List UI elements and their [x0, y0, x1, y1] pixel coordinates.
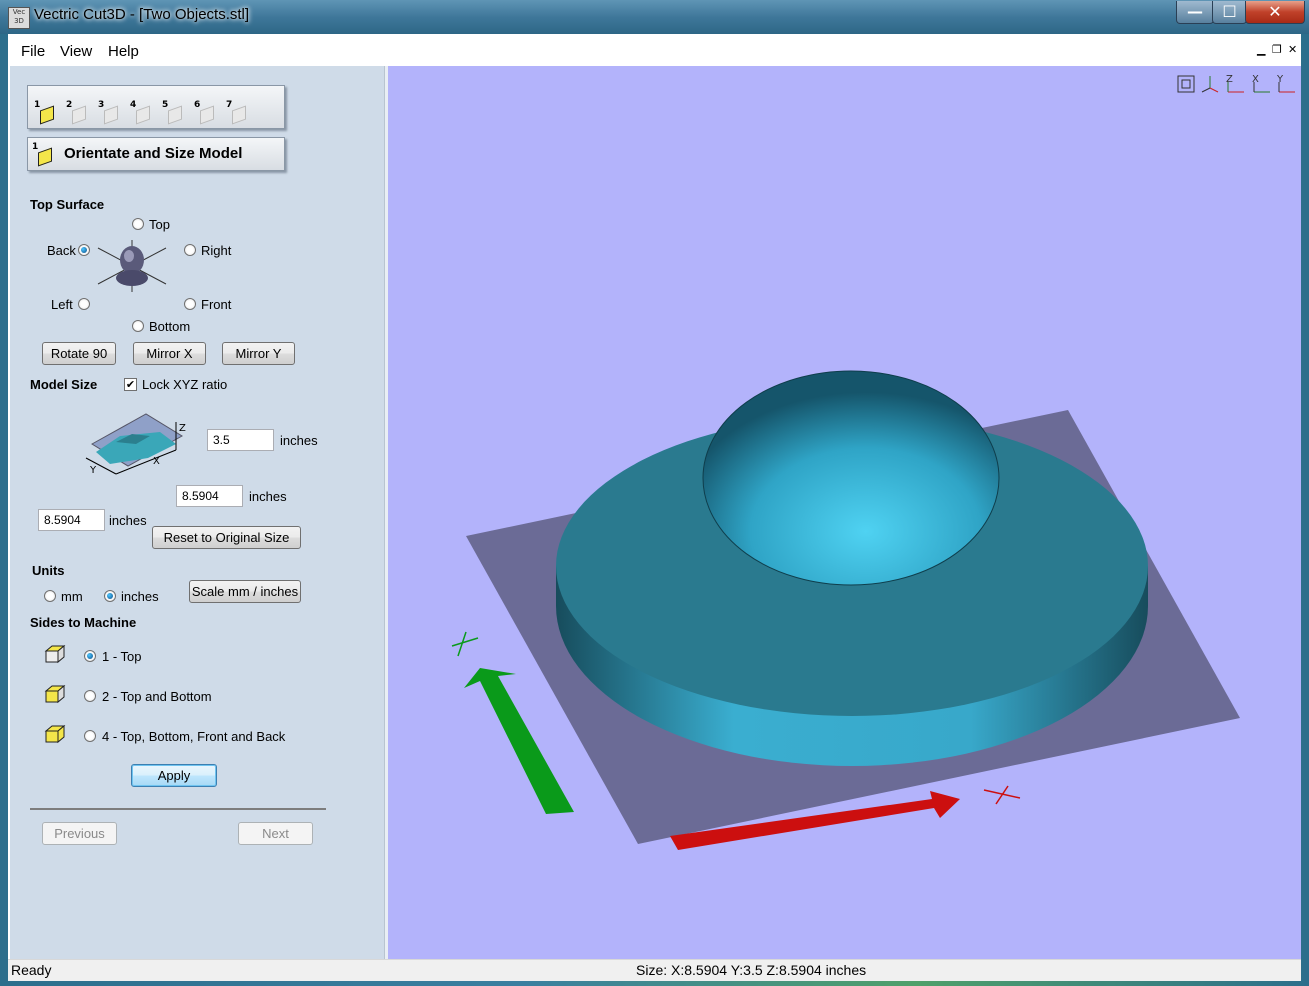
- sides-2-label: 2 - Top and Bottom: [102, 689, 212, 704]
- top-surface-bottom-radio[interactable]: [132, 320, 144, 332]
- left-panel: 1 2 3 4 5 6 7 1 Orientate and Size Model…: [10, 66, 384, 959]
- model-size-heading: Model Size: [30, 377, 98, 392]
- title-bar[interactable]: Vec 3D Vectric Cut3D - [Two Objects.stl]…: [0, 0, 1309, 34]
- lock-xyz-label: Lock XYZ ratio: [142, 377, 228, 392]
- top-surface-left-radio[interactable]: [78, 298, 90, 310]
- current-step-icon: 1: [32, 142, 56, 168]
- size-x-unit: inches: [249, 489, 287, 504]
- sides-1-label: 1 - Top: [102, 649, 142, 664]
- x-axis-marker: [983, 785, 1021, 805]
- dome: [702, 370, 1000, 586]
- steps-toolbar: 1 2 3 4 5 6 7: [27, 85, 285, 129]
- top-surface-right-radio[interactable]: [184, 244, 196, 256]
- client-area: File View Help ▁ ❐ ✕ 1 2 3 4 5 6 7 1 Ori…: [8, 34, 1301, 981]
- mdi-minimize-button[interactable]: ▁: [1257, 43, 1265, 56]
- top-surface-bottom-label: Bottom: [149, 319, 191, 334]
- step-6-icon[interactable]: 6: [194, 100, 218, 126]
- car-y-axis-label: Y: [90, 465, 97, 476]
- close-button[interactable]: ✕: [1245, 1, 1305, 24]
- car-x-axis-label: X: [153, 456, 160, 467]
- apply-button[interactable]: Apply: [131, 764, 217, 787]
- menu-bar: File View Help ▁ ❐ ✕: [8, 34, 1301, 66]
- status-model-size: Size: X:8.5904 Y:3.5 Z:8.5904 inches: [636, 962, 867, 978]
- sides-heading: Sides to Machine: [30, 615, 137, 630]
- step-3-icon[interactable]: 3: [98, 100, 122, 126]
- size-y-unit: inches: [109, 513, 147, 528]
- menu-help[interactable]: Help: [108, 43, 139, 60]
- units-mm-label: mm: [61, 589, 83, 604]
- top-surface-back-radio[interactable]: [78, 244, 90, 256]
- units-inches-radio[interactable]: [104, 590, 116, 602]
- top-surface-top-label: Top: [149, 217, 170, 232]
- units-mm-radio[interactable]: [44, 590, 56, 602]
- menu-view[interactable]: View: [60, 43, 92, 60]
- y-axis-marker: [451, 631, 479, 657]
- 3d-scene: [451, 370, 1240, 850]
- size-x-input[interactable]: 8.5904: [176, 485, 243, 507]
- sides-1-radio[interactable]: [84, 650, 96, 662]
- maximize-button[interactable]: ☐: [1212, 1, 1247, 24]
- top-surface-top-radio[interactable]: [132, 218, 144, 230]
- minimize-button[interactable]: —: [1176, 1, 1214, 24]
- model-size-car-image: Y X Z: [76, 408, 188, 480]
- mirror-y-button[interactable]: Mirror Y: [222, 342, 295, 365]
- step-5-icon[interactable]: 5: [162, 100, 186, 126]
- step-1-icon[interactable]: 1: [34, 100, 58, 126]
- four-sides-cube-icon: [44, 724, 66, 747]
- top-surface-heading: Top Surface: [30, 197, 105, 212]
- previous-button[interactable]: Previous: [42, 822, 117, 845]
- two-sides-cube-icon: [44, 684, 66, 707]
- 3d-viewport[interactable]: Z X Y: [388, 66, 1301, 959]
- one-side-cube-icon: [44, 644, 66, 667]
- current-step-header: 1 Orientate and Size Model: [27, 137, 285, 171]
- step-4-icon[interactable]: 4: [130, 100, 154, 126]
- size-z-unit: inches: [280, 433, 318, 448]
- top-surface-left-label: Left: [51, 297, 73, 312]
- status-bar: Ready Size: X:8.5904 Y:3.5 Z:8.5904 inch…: [8, 959, 1301, 981]
- current-step-title: Orientate and Size Model: [64, 145, 243, 162]
- app-icon: Vec 3D: [8, 7, 30, 29]
- top-surface-front-radio[interactable]: [184, 298, 196, 310]
- reset-original-size-button[interactable]: Reset to Original Size: [152, 526, 301, 549]
- window-title: Vectric Cut3D - [Two Objects.stl]: [34, 6, 250, 23]
- mdi-close-button[interactable]: ✕: [1288, 43, 1297, 56]
- size-y-input[interactable]: 8.5904: [38, 509, 105, 531]
- next-button[interactable]: Next: [238, 822, 313, 845]
- scale-mm-inches-button[interactable]: Scale mm / inches: [189, 580, 301, 603]
- step-7-icon[interactable]: 7: [226, 100, 250, 126]
- top-surface-front-label: Front: [201, 297, 232, 312]
- sides-4-label: 4 - Top, Bottom, Front and Back: [102, 729, 286, 744]
- orientation-bust-image: [94, 238, 170, 294]
- lock-xyz-checkbox[interactable]: ✔: [124, 378, 137, 391]
- panel-divider: [30, 808, 326, 810]
- size-z-input[interactable]: 3.5: [207, 429, 274, 451]
- units-inches-label: inches: [121, 589, 159, 604]
- car-z-axis-label: Z: [179, 423, 186, 434]
- step-2-icon[interactable]: 2: [66, 100, 90, 126]
- sides-2-radio[interactable]: [84, 690, 96, 702]
- mirror-x-button[interactable]: Mirror X: [133, 342, 206, 365]
- sides-4-radio[interactable]: [84, 730, 96, 742]
- rotate-90-button[interactable]: Rotate 90: [42, 342, 116, 365]
- menu-file[interactable]: File: [21, 43, 45, 60]
- top-surface-back-label: Back: [47, 243, 76, 258]
- units-heading: Units: [32, 563, 65, 578]
- status-ready: Ready: [11, 962, 52, 978]
- mdi-restore-button[interactable]: ❐: [1272, 43, 1282, 56]
- top-surface-right-label: Right: [201, 243, 232, 258]
